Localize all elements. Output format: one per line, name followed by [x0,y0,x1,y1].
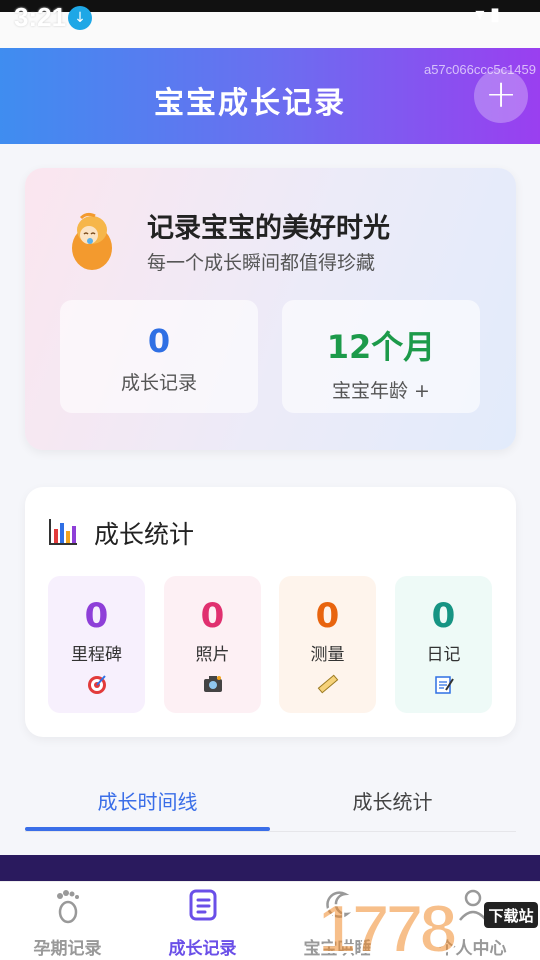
tab-growth-timeline[interactable]: 成长时间线 [25,786,270,815]
nav-growth-records[interactable]: 成长记录 [135,886,270,959]
nav-pregnancy-records[interactable]: 孕期记录 [0,886,135,959]
baby-age-card[interactable]: 12个月 宝宝年龄 + [282,300,480,413]
welcome-card: 记录宝宝的美好时光 每一个成长瞬间都值得珍藏 0 成长记录 12个月 宝宝年龄 … [25,168,516,450]
measurement-label: 测量 [310,645,345,665]
baby-age-value: 12个月 [326,328,436,366]
milestone-count: 0 [84,596,109,636]
bar-chart-icon [49,519,77,545]
records-count: 0 [147,322,171,360]
hero-title: 记录宝宝的美好时光 [147,213,390,244]
active-tab-indicator [25,827,270,831]
ruler-icon [317,674,338,694]
footprint-icon [56,890,79,924]
status-bar: 3:21 ↓ ▾ ▮ [0,0,540,48]
notebook-icon [189,889,216,921]
growth-stats-title: 成长统计 [94,520,195,549]
measurement-tile[interactable]: 0 测量 [279,576,376,713]
header-watermark: a57c066ccc5c1459 [423,62,536,77]
hero-subtitle: 每一个成长瞬间都值得珍藏 [147,252,376,274]
diary-count: 0 [431,596,456,636]
nav-label: 成长记录 [168,939,237,959]
notepad-icon [434,676,454,694]
records-label: 成长记录 [120,372,197,394]
photos-tile[interactable]: 0 照片 [164,576,261,713]
site-watermark-logo: 1778 下载站 [317,890,538,960]
tab-growth-stats[interactable]: 成长统计 [270,786,515,815]
baby-age-label: 宝宝年龄 + [332,380,430,402]
records-count-card[interactable]: 0 成长记录 [60,300,258,413]
svg-text:1778: 1778 [318,891,455,960]
diary-label: 日记 [426,645,461,665]
add-record-button[interactable]: + [474,69,528,123]
baby-icon [72,212,112,270]
photos-count: 0 [200,596,225,636]
growth-stats-card: 成长统计 0 里程碑 0 照片 0 测量 0 日记 [25,487,516,737]
target-icon [87,675,106,694]
nav-label: 孕期记录 [33,939,102,959]
download-icon: ↓ [68,6,92,30]
content-tabs: 成长时间线 成长统计 [25,768,516,832]
system-status-icons: ▾ ▮ [475,4,500,25]
milestone-tile[interactable]: 0 里程碑 [48,576,145,713]
page-title: 宝宝成长记录 [154,86,346,121]
photos-label: 照片 [195,645,230,665]
diary-tile[interactable]: 0 日记 [395,576,492,713]
status-time: 3:21 [14,2,67,32]
content-banner [0,855,540,881]
svg-text:下载站: 下载站 [488,907,533,925]
app-header: 宝宝成长记录 a57c066ccc5c1459 + [0,48,540,144]
milestone-label: 里程碑 [71,645,122,665]
camera-icon [203,676,222,692]
measurement-count: 0 [315,596,340,636]
